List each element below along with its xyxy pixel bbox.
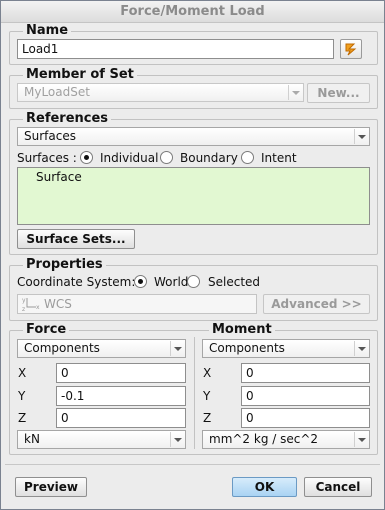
moment-type-value: Components bbox=[209, 341, 285, 355]
svg-text:x: x bbox=[36, 304, 40, 311]
coordinate-system-label: Coordinate System: bbox=[17, 275, 136, 289]
force-type-dropdown[interactable]: Components bbox=[17, 339, 186, 358]
force-moment-divider bbox=[194, 337, 195, 449]
force-type-value: Components bbox=[24, 341, 100, 355]
select-item-button[interactable] bbox=[340, 39, 362, 59]
radio-boundary-label[interactable]: Boundary bbox=[180, 151, 238, 165]
force-z-label: Z bbox=[18, 411, 27, 425]
moment-y-field[interactable]: 0 bbox=[241, 386, 370, 406]
select-arrow-icon bbox=[345, 43, 357, 56]
radio-selected[interactable] bbox=[187, 275, 200, 288]
chevron-down-icon bbox=[288, 85, 301, 100]
properties-title: Properties bbox=[23, 258, 106, 272]
moment-title: Moment bbox=[209, 323, 275, 337]
reference-type-value: Surfaces bbox=[24, 129, 76, 143]
moment-x-label: X bbox=[203, 366, 212, 380]
chevron-down-icon bbox=[354, 129, 367, 144]
list-item[interactable]: Surface bbox=[36, 170, 82, 184]
moment-type-dropdown[interactable]: Components bbox=[202, 339, 370, 358]
ok-button[interactable]: OK bbox=[232, 477, 297, 497]
advanced-button[interactable]: Advanced >> bbox=[263, 294, 370, 314]
moment-units-dropdown[interactable]: mm^2 kg / sec^2 bbox=[202, 430, 370, 449]
moment-x-field[interactable]: 0 bbox=[241, 363, 370, 383]
force-z-field[interactable]: 0 bbox=[56, 408, 186, 428]
references-title: References bbox=[23, 112, 112, 126]
force-units-value: kN bbox=[24, 432, 40, 446]
chevron-down-icon bbox=[170, 432, 183, 447]
radio-individual-label[interactable]: Individual bbox=[100, 151, 158, 165]
force-y-label: Y bbox=[18, 389, 26, 403]
svg-text:y: y bbox=[22, 297, 26, 304]
load-set-dropdown[interactable]: MyLoadSet bbox=[17, 83, 304, 102]
radio-world-label[interactable]: World bbox=[154, 275, 188, 289]
name-group-title: Name bbox=[23, 24, 72, 38]
radio-intent-label[interactable]: Intent bbox=[261, 151, 297, 165]
coordinate-axes-icon: y x z bbox=[22, 297, 40, 312]
svg-text:z: z bbox=[22, 306, 25, 312]
surface-sets-button[interactable]: Surface Sets... bbox=[17, 229, 135, 249]
force-moment-load-dialog: Force/Moment Load Name Load1 Member of S… bbox=[0, 0, 385, 510]
moment-z-label: Z bbox=[203, 411, 212, 425]
chevron-down-icon bbox=[170, 341, 183, 356]
radio-intent[interactable] bbox=[241, 151, 254, 164]
force-x-field[interactable]: 0 bbox=[56, 363, 186, 383]
force-title: Force bbox=[23, 323, 70, 337]
radio-boundary[interactable] bbox=[160, 151, 173, 164]
force-units-dropdown[interactable]: kN bbox=[17, 430, 186, 449]
coordinate-system-field[interactable]: y x z WCS bbox=[17, 294, 257, 314]
name-input[interactable]: Load1 bbox=[17, 39, 334, 59]
member-of-set-title: Member of Set bbox=[23, 68, 137, 82]
radio-individual[interactable] bbox=[80, 151, 93, 164]
load-set-value: MyLoadSet bbox=[24, 85, 90, 99]
new-set-button[interactable]: New... bbox=[307, 83, 370, 103]
chevron-down-icon bbox=[354, 341, 367, 356]
moment-units-value: mm^2 kg / sec^2 bbox=[209, 432, 319, 446]
radio-world[interactable] bbox=[134, 275, 147, 288]
moment-y-label: Y bbox=[203, 389, 211, 403]
window-title: Force/Moment Load bbox=[1, 1, 384, 23]
chevron-down-icon bbox=[354, 432, 367, 447]
force-x-label: X bbox=[18, 366, 27, 380]
references-list[interactable]: Surface bbox=[17, 167, 370, 225]
force-y-field[interactable]: -0.1 bbox=[56, 386, 186, 406]
footer-divider bbox=[5, 464, 380, 465]
cancel-button[interactable]: Cancel bbox=[304, 477, 372, 497]
moment-z-field[interactable]: 0 bbox=[241, 408, 370, 428]
radio-selected-label[interactable]: Selected bbox=[208, 275, 260, 289]
preview-button[interactable]: Preview bbox=[15, 477, 87, 497]
coordinate-system-value: WCS bbox=[44, 297, 72, 311]
reference-type-dropdown[interactable]: Surfaces bbox=[17, 127, 370, 146]
surfaces-label: Surfaces : bbox=[17, 151, 77, 165]
